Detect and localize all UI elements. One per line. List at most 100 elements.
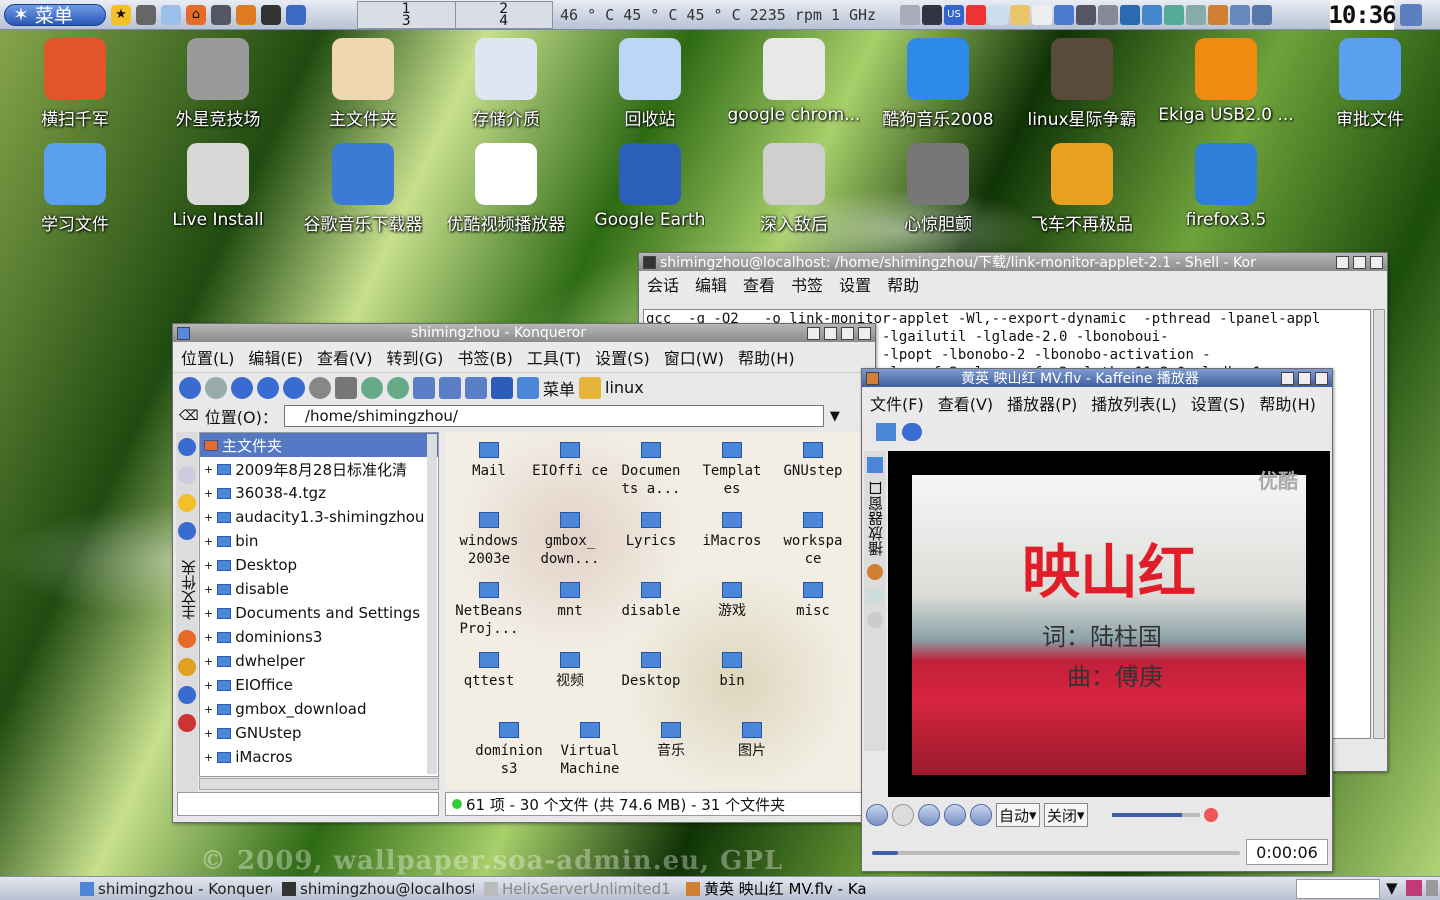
clock[interactable]: 10:36	[1328, 0, 1397, 30]
bluetooth-icon[interactable]	[1076, 5, 1096, 25]
tree-item[interactable]: + EIOffice	[200, 673, 438, 697]
video-area[interactable]: 映山红 词：陆柱国 曲：傅庚 优酷	[888, 451, 1330, 797]
pager-desktop-1[interactable]: 1 3	[358, 2, 456, 28]
file-item[interactable]: 图片	[712, 722, 792, 760]
menu-item[interactable]: 编辑	[695, 272, 727, 296]
lock-screen-icon[interactable]	[1400, 4, 1422, 26]
kmenu-button[interactable]: ✶ 菜单	[4, 3, 106, 27]
desktop-icon[interactable]: Live Install	[148, 143, 288, 230]
shell-titlebar[interactable]: shimingzhou@localhost: /home/shimingzhou…	[639, 253, 1387, 271]
expand-icon[interactable]: +	[204, 655, 213, 668]
taskbar-button[interactable]: 黄英 映山红 MV.flv - Ka	[682, 879, 878, 899]
bookmark-star-icon[interactable]: ★	[111, 4, 131, 25]
file-item[interactable]: Mail	[449, 442, 529, 480]
expand-icon[interactable]: +	[204, 511, 213, 524]
volume-icon[interactable]	[988, 5, 1008, 25]
player-window-tab[interactable]: 播放器窗口	[865, 481, 886, 556]
kaffeine-tray-icon[interactable]	[1208, 5, 1228, 25]
sync-icon[interactable]	[1230, 5, 1250, 25]
desktop-icon[interactable]: 存储介质	[436, 38, 576, 130]
wine-icon[interactable]	[136, 4, 156, 25]
keyboard-icon[interactable]	[900, 5, 920, 25]
terminal-icon[interactable]	[261, 4, 281, 25]
chat-icon[interactable]	[1098, 5, 1118, 25]
close-button[interactable]	[1315, 371, 1328, 385]
file-item[interactable]: mnt	[530, 582, 610, 620]
tree-item[interactable]: + Desktop	[200, 553, 438, 577]
previous-icon[interactable]	[866, 804, 888, 826]
seek-slider[interactable]	[872, 851, 1240, 855]
minimize-button[interactable]	[1336, 255, 1349, 269]
maximize-button[interactable]	[1353, 255, 1366, 269]
language-indicator[interactable]: US	[944, 5, 964, 25]
network-icon[interactable]	[286, 4, 306, 25]
desktop-icon[interactable]: 横扫千军	[5, 38, 145, 130]
kde-icon[interactable]	[491, 376, 513, 399]
update-icon[interactable]	[1120, 5, 1140, 25]
firefox-icon[interactable]	[236, 4, 256, 25]
history-tab-icon[interactable]	[178, 466, 196, 484]
play-icon[interactable]	[892, 804, 914, 826]
desktop-icon[interactable]: 学习文件	[5, 143, 145, 235]
tree-item[interactable]: + dominions3	[200, 625, 438, 649]
tree-item[interactable]: + GNUstep	[200, 721, 438, 745]
pager-desktop-2[interactable]: 2 4	[456, 2, 553, 28]
tree-scrollbar[interactable]	[427, 434, 437, 774]
run-command-input[interactable]	[1296, 879, 1380, 899]
desktop-icon[interactable]: 主文件夹	[293, 38, 433, 130]
menu-item[interactable]: 文件(F)	[870, 391, 924, 415]
start-tab-icon[interactable]	[867, 457, 883, 473]
menu-item[interactable]: 帮助(H)	[738, 345, 795, 369]
desktop-icon[interactable]: Google Earth	[580, 143, 720, 230]
menu-item[interactable]: 查看(V)	[938, 391, 993, 415]
tree-hscrollbar[interactable]	[199, 778, 439, 790]
system-icon[interactable]	[211, 4, 231, 25]
desktop-icon[interactable]: 谷歌音乐下载器	[293, 143, 433, 235]
media-tab-icon[interactable]	[178, 686, 196, 704]
network-tray-icon[interactable]	[1054, 5, 1074, 25]
reload-icon[interactable]	[283, 376, 305, 399]
tree-item[interactable]: +36038-4.tgz	[200, 481, 438, 505]
file-item[interactable]: workspa ce	[773, 512, 853, 568]
zoom-in-icon[interactable]	[361, 376, 383, 399]
menu-item[interactable]: 设置(S)	[1191, 391, 1246, 415]
desktop-icon[interactable]: 审批文件	[1300, 38, 1440, 130]
konqueror-titlebar[interactable]: shimingzhou - Konqueror	[173, 324, 875, 342]
info-icon[interactable]	[1164, 5, 1184, 25]
taskbar-button[interactable]: shimingzhou@localhost	[278, 879, 474, 899]
file-item[interactable]: qttest	[449, 652, 529, 690]
playlist-tab-icon[interactable]	[867, 588, 883, 604]
menu-item[interactable]: 帮助	[887, 272, 919, 296]
file-item[interactable]: iMacros	[692, 512, 772, 550]
services-tab-icon[interactable]	[178, 658, 196, 676]
bookmarks-tab-icon[interactable]	[178, 438, 196, 456]
expand-icon[interactable]: +	[204, 487, 213, 500]
expand-icon[interactable]: +	[204, 679, 213, 692]
file-item[interactable]: Lyrics	[611, 512, 691, 550]
print-icon[interactable]	[335, 376, 357, 399]
tree-item[interactable]: + Documents and Settings	[200, 601, 438, 625]
network-tab-icon[interactable]	[178, 522, 196, 540]
tree-item[interactable]: + gmbox_download	[200, 697, 438, 721]
menu-item[interactable]: 播放列表(L)	[1091, 391, 1176, 415]
file-item[interactable]: disable	[611, 582, 691, 620]
expand-icon[interactable]: +	[204, 535, 213, 548]
disc-tab-icon[interactable]	[867, 612, 883, 628]
file-item[interactable]: bin	[692, 652, 772, 690]
preview-icon[interactable]	[465, 376, 487, 399]
stop-icon[interactable]	[309, 376, 331, 399]
subtitle-select[interactable]: 关闭 ▾	[1044, 803, 1088, 827]
home-icon[interactable]	[257, 376, 279, 399]
menu-item[interactable]: 窗口(W)	[664, 345, 724, 369]
file-item[interactable]: windows 2003e	[449, 512, 529, 568]
stop-icon[interactable]	[944, 804, 966, 826]
menu-item[interactable]: 播放器(P)	[1007, 391, 1077, 415]
menu-item[interactable]: 工具(T)	[527, 345, 581, 369]
menu-item[interactable]: 查看	[743, 272, 775, 296]
menu-item[interactable]: 位置(L)	[181, 345, 234, 369]
home-tab-icon[interactable]	[178, 630, 196, 648]
menu-item[interactable]: 帮助(H)	[1259, 391, 1316, 415]
terminal-scrollbar[interactable]	[1373, 309, 1385, 739]
tree-root[interactable]: 主文件夹	[200, 433, 438, 457]
minimize-button[interactable]	[824, 326, 837, 340]
